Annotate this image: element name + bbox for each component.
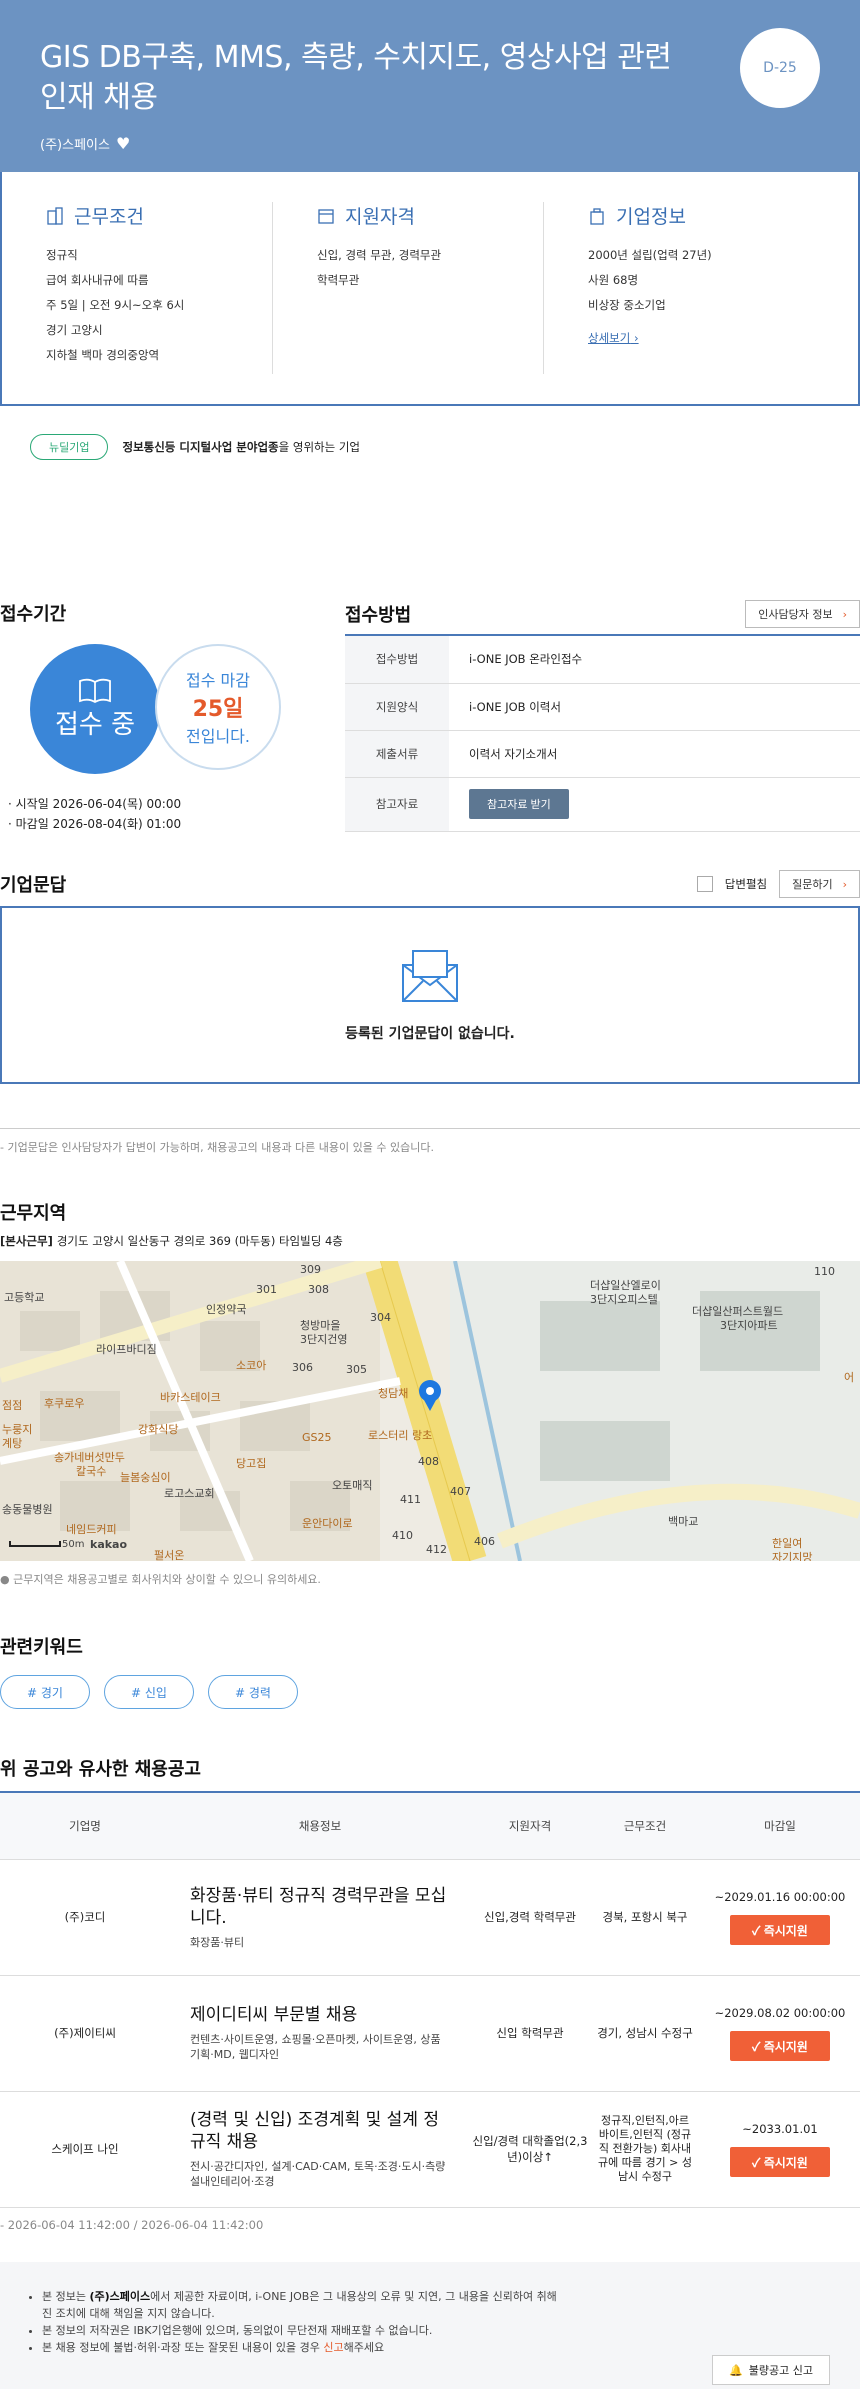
quick-apply-button[interactable]: ✓ 즉시지원 (730, 2147, 830, 2177)
dday-badge: D-25 (740, 28, 820, 108)
reference-download-button[interactable]: 참고자료 받기 (469, 789, 569, 819)
work-address: [본사근무] 경기도 고양시 일산동구 경의로 369 (마두동) 타임빌딩 4층 (0, 1234, 343, 1248)
apply-period: 접수기간 접수 중 접수 마감 25일 전입니다. · 시작일 2026-06-… (0, 600, 345, 834)
footer-notice: 본 정보는 (주)스페이스에서 제공한 자료이며, i-ONE JOB은 그 내… (0, 2262, 860, 2389)
envelope-icon (402, 950, 458, 1002)
apply-section: 접수기간 접수 중 접수 마감 25일 전입니다. · 시작일 2026-06-… (0, 600, 860, 834)
summary-box: 근무조건 정규직 급여 회사내규에 따름 주 5일 | 오전 9시~오후 6시 … (0, 172, 860, 406)
location-map[interactable]: 인정약국 라이프바디짐 청방마을 3단지건영 소코아 바카스테이크 후쿠로우 강… (0, 1261, 860, 1561)
qna-empty-box: 등록된 기업문답이 없습니다. (0, 906, 860, 1084)
table-row: (주)코디 화장품·뷰티 정규직 경력무관을 모십니다. 화장품·뷰티 신입,경… (0, 1859, 860, 1976)
company-name[interactable]: (주)스페이스 (40, 134, 110, 153)
row-job-title[interactable]: 제이디티씨 부문별 채용 (190, 2004, 450, 2026)
apply-method: 접수방법 인사담당자 정보 › 접수방법 i-ONE JOB 온라인접수 지원양식 i… (345, 600, 860, 834)
bell-icon: 🔔 (729, 2363, 743, 2377)
method-title: 접수방법 (345, 605, 412, 626)
table-row: 접수방법 i-ONE JOB 온라인접수 (345, 636, 860, 684)
job-title: GIS DB구축, MMS, 측량, 수치지도, 영상사업 관련 인재 채용 (40, 40, 672, 115)
keywords-list: # 경기 # 신입 # 경력 (0, 1675, 860, 1709)
new-deal-row: 뉴딜기업 정보통신등 디지털사업 분야업종을 영위하는 기업 (0, 434, 860, 460)
row-job-title[interactable]: 화장품·뷰티 정규직 경력무관을 모십니다. (190, 1885, 450, 1929)
row-job-sub: 전시·공간디자인, 설계·CAD·CAM, 토목·조경·도시·측량설내인테리어·… (190, 2160, 446, 2188)
job-posting-page: GIS DB구축, MMS, 측량, 수치지도, 영상사업 관련 인재 채용 (… (0, 0, 860, 2389)
posting-header: GIS DB구축, MMS, 측량, 수치지도, 영상사업 관련 인재 채용 (… (0, 0, 860, 172)
book-icon (79, 678, 111, 703)
company-detail-link[interactable]: 상세보기 › (588, 330, 639, 346)
calendar-icon (318, 208, 334, 224)
heart-icon[interactable]: ♥ (116, 134, 130, 153)
check-icon: ✓ (752, 2039, 761, 2054)
deadline-circle: 접수 마감 25일 전입니다. (155, 644, 281, 770)
row-company[interactable]: 스케이프 나인 (0, 2091, 170, 2208)
table-row: 참고자료 참고자료 받기 (345, 777, 860, 832)
quick-apply-button[interactable]: ✓ 즉시지원 (730, 1915, 830, 1945)
table-row: 지원양식 i-ONE JOB 이력서 (345, 683, 860, 731)
period-title: 접수기간 (0, 604, 67, 625)
building-icon (47, 206, 63, 225)
check-icon: ✓ (752, 1923, 761, 1938)
table-row: 스케이프 나인 (경력 및 신입) 조경계획 및 설계 정규직 채용 전시·공간… (0, 2091, 860, 2208)
keywords-title: 관련키워드 (0, 1637, 83, 1658)
similar-jobs-table: 기업명 채용정보 지원자격 근무조건 마감일 (주)코디 화장품·뷰티 정규직 … (0, 1793, 860, 2208)
similar-title: 위 공고와 유사한 채용공고 (0, 1755, 860, 1793)
chevron-right-icon: › (842, 877, 847, 891)
method-table: 접수방법 i-ONE JOB 온라인접수 지원양식 i-ONE JOB 이력서 제출… (345, 636, 860, 832)
new-deal-badge: 뉴딜기업 (30, 434, 109, 460)
chevron-right-icon: › (842, 607, 847, 621)
work-conditions: 근무조건 정규직 급여 회사내규에 따름 주 5일 | 오전 9시~오후 6시 … (46, 206, 185, 362)
row-job-sub: 컨텐츠·사이트운영, 쇼핑몰·오픈마켓, 사이트운영, 상품기획·MD, 웹디자… (190, 2033, 441, 2061)
row-job-title[interactable]: (경력 및 신입) 조경계획 및 설계 정규직 채용 (190, 2109, 450, 2153)
row-company[interactable]: (주)제이티씨 (0, 1975, 170, 2092)
check-icon: ✓ (752, 2155, 761, 2170)
keyword-tag[interactable]: # 경기 (0, 1675, 90, 1709)
keyword-tag[interactable]: # 경력 (208, 1675, 298, 1709)
company-line: (주)스페이스 ♥ (40, 134, 820, 153)
row-job-sub: 화장품·뷰티 (190, 1935, 245, 1949)
keyword-tag[interactable]: # 신입 (104, 1675, 194, 1709)
start-date: · 시작일 2026-06-04(목) 00:00 (8, 797, 182, 811)
company-info: 기업정보 2000년 설립(업력 27년) 사원 68명 비상장 중소기업 상세… (543, 202, 814, 374)
hr-info-button[interactable]: 인사담당자 정보 › (745, 600, 860, 628)
table-row: 제출서류 이력서 자기소개서 (345, 730, 860, 778)
qna-header: 기업문답 답변펼침 질문하기 › (0, 870, 860, 906)
ask-question-button[interactable]: 질문하기 › (779, 870, 860, 898)
office-icon (590, 207, 604, 225)
qna-note: - 기업문답은 인사담당자가 답변이 가능하며, 채용공고의 내용과 다른 내용… (0, 1128, 860, 1155)
location-title: 근무지역 (0, 1203, 67, 1224)
table-header-row: 기업명 채용정보 지원자격 근무조건 마감일 (0, 1793, 860, 1860)
report-posting-button[interactable]: 🔔 불량공고 신고 (712, 2355, 830, 2385)
location-note: ● 근무지역은 채용공고별로 회사위치와 상이할 수 있으니 유의하세요. (0, 1573, 321, 1586)
updated-time: - 2026-06-04 11:42:00 / 2026-06-04 11:42… (0, 2217, 264, 2232)
status-circle: 접수 중 (30, 644, 160, 774)
row-company[interactable]: (주)코디 (0, 1859, 170, 1976)
table-row: (주)제이티씨 제이디티씨 부문별 채용 컨텐츠·사이트운영, 쇼핑몰·오픈마켓… (0, 1975, 860, 2092)
quick-apply-button[interactable]: ✓ 즉시지원 (730, 2031, 830, 2061)
qualifications: 지원자격 신입, 경력 무관, 경력무관 학력무관 (272, 202, 543, 374)
qna-title: 기업문답 (0, 875, 67, 896)
expand-answers-checkbox[interactable] (696, 876, 713, 892)
end-date: · 마감일 2026-08-04(화) 01:00 (8, 817, 182, 831)
